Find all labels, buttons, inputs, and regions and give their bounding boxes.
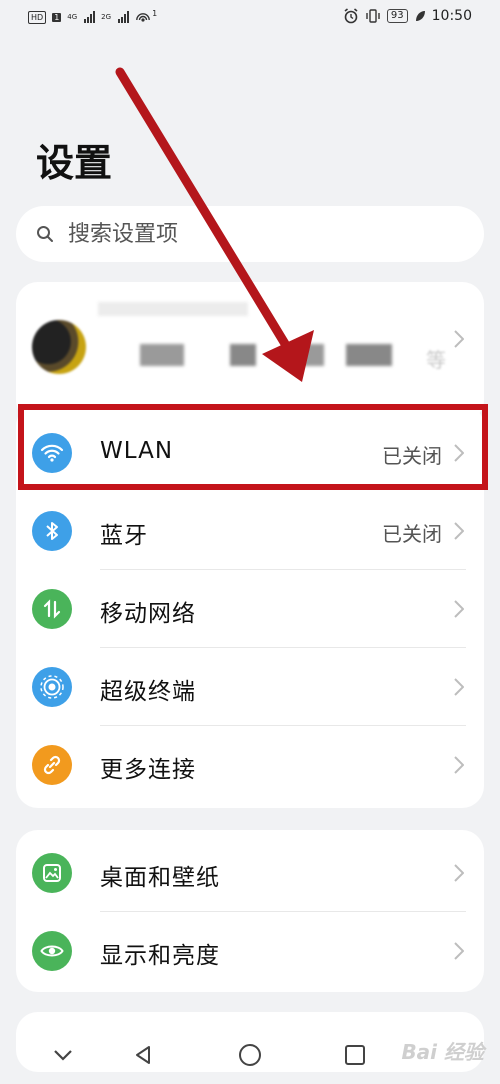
settings-item-label: 桌面和壁纸 <box>100 865 220 891</box>
collapse-button[interactable] <box>48 1040 78 1070</box>
settings-item-label: 蓝牙 <box>100 523 148 549</box>
sim-badge: 1 <box>52 12 62 22</box>
settings-item-label: 超级终端 <box>100 679 196 705</box>
bluetooth-icon <box>32 511 72 551</box>
settings-item-label: 更多连接 <box>100 757 196 783</box>
network-type-2: 2G <box>101 12 112 21</box>
hotspot-icon <box>136 13 150 22</box>
chevron-right-icon <box>454 600 464 618</box>
redacted-block <box>346 344 392 366</box>
back-button[interactable] <box>128 1040 158 1070</box>
search-bar[interactable] <box>16 206 484 262</box>
chevron-right-icon <box>454 330 464 348</box>
chevron-right-icon <box>454 864 464 882</box>
redacted-block <box>300 344 324 366</box>
highlight-box <box>18 404 488 490</box>
network-type-1: 4G <box>67 12 78 21</box>
avatar <box>32 320 86 374</box>
battery-indicator: 93 <box>386 9 408 23</box>
settings-item-label: 显示和亮度 <box>100 943 220 969</box>
status-left: HD 1 4G 2G 1 <box>28 8 158 24</box>
chevron-down-icon <box>54 1050 72 1061</box>
link-icon <box>32 745 72 785</box>
page-title: 设置 <box>36 141 113 185</box>
search-input[interactable] <box>66 220 450 248</box>
recents-square-icon <box>345 1045 365 1065</box>
display-settings-card: 桌面和壁纸 显示和亮度 <box>16 830 484 992</box>
settings-item-mobile-network[interactable]: 移动网络 <box>16 570 484 648</box>
super-device-icon <box>32 667 72 707</box>
clock: 10:50 <box>431 8 472 24</box>
chevron-right-icon <box>454 522 464 540</box>
eye-icon <box>32 931 72 971</box>
signal-icon <box>84 11 96 23</box>
account-card[interactable]: 等 <box>16 282 484 422</box>
settings-item-display-brightness[interactable]: 显示和亮度 <box>16 912 484 990</box>
chevron-right-icon <box>454 756 464 774</box>
redacted-block <box>140 344 184 366</box>
redacted-block <box>230 344 256 366</box>
settings-item-wallpaper[interactable]: 桌面和壁纸 <box>16 834 484 912</box>
recents-button[interactable] <box>340 1040 370 1070</box>
home-button[interactable] <box>235 1040 265 1070</box>
back-triangle-icon <box>136 1046 150 1064</box>
alarm-icon <box>344 8 358 24</box>
mobile-network-icon <box>32 589 72 629</box>
hd-badge: HD <box>28 10 47 24</box>
settings-item-value: 已关闭 <box>382 522 442 546</box>
vibrate-icon <box>366 9 380 23</box>
chevron-right-icon <box>454 678 464 696</box>
power-saving-leaf-icon <box>415 11 425 21</box>
status-right: 93 10:50 <box>343 8 472 24</box>
watermark: Bai 经验 <box>401 1040 484 1064</box>
wallpaper-icon <box>32 853 72 893</box>
settings-item-super-device[interactable]: 超级终端 <box>16 648 484 726</box>
settings-item-bluetooth[interactable]: 蓝牙 已关闭 <box>16 492 484 570</box>
chevron-right-icon <box>454 942 464 960</box>
home-circle-icon <box>239 1044 261 1066</box>
status-bar: HD 1 4G 2G 1 93 10:50 <box>0 0 500 38</box>
search-icon <box>37 226 53 242</box>
settings-item-more-connections[interactable]: 更多连接 <box>16 726 484 804</box>
signal-icon <box>118 11 130 23</box>
hotspot-count: 1 <box>152 8 158 18</box>
settings-item-label: 移动网络 <box>100 601 196 627</box>
redacted-name <box>98 302 248 316</box>
account-suffix: 等 <box>426 348 446 372</box>
